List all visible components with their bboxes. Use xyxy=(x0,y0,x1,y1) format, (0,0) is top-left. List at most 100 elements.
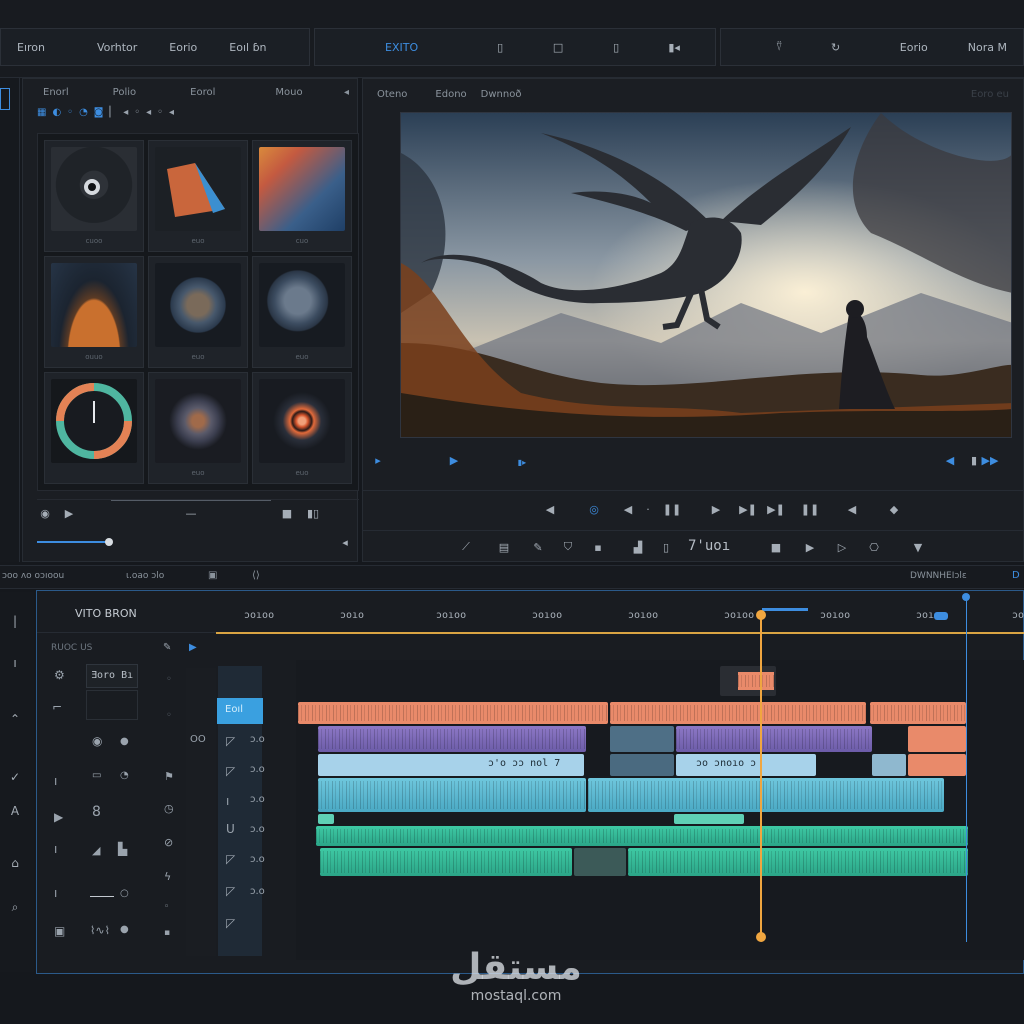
timeline-clip[interactable] xyxy=(872,754,906,776)
media-thumb-8[interactable]: euo xyxy=(148,372,248,484)
mark-icon[interactable]: ▪ xyxy=(164,928,170,938)
work-area-bar[interactable] xyxy=(762,608,808,611)
media-scrub-line[interactable] xyxy=(111,500,271,501)
marker-icon[interactable]: ▯ xyxy=(490,37,510,57)
collapse-icon[interactable]: ◂ xyxy=(337,534,353,550)
snapshot-icon[interactable]: ⎔ xyxy=(866,539,882,555)
video-preview[interactable] xyxy=(400,112,1012,438)
timeline-clip[interactable] xyxy=(676,726,872,752)
rewind-icon[interactable]: ◀ xyxy=(620,501,636,517)
slip-tool-icon[interactable]: ⌃ xyxy=(6,710,24,728)
bullet-icon[interactable]: ◦ xyxy=(164,902,169,912)
step-forward-icon[interactable]: ◀ xyxy=(844,501,860,517)
viewer-tab-2[interactable]: Edono xyxy=(421,89,480,100)
next-icon[interactable]: ▶❚ xyxy=(739,501,757,517)
dot-icon[interactable]: ● xyxy=(120,736,129,747)
track-icon-3[interactable]: ı xyxy=(226,794,229,808)
track-lock-icon[interactable]: ⚙ xyxy=(54,668,65,682)
menu-item-1[interactable]: Eıron xyxy=(1,41,61,54)
camera-icon[interactable]: ▭ xyxy=(92,770,101,781)
media-thumb-5[interactable]: euo xyxy=(148,256,248,368)
play-button[interactable]: ▶ xyxy=(708,501,724,517)
timeline-clip[interactable]: ɔo ɔnoıo ɔ xyxy=(676,754,816,776)
volume-icon[interactable]: ı xyxy=(54,886,57,900)
media-toolbar-icons[interactable]: ▦◐◦◔◙▏◂◦◂◦◂ xyxy=(37,107,237,123)
playhead[interactable] xyxy=(760,612,762,938)
record-icon[interactable]: ● xyxy=(120,924,129,935)
select-tool-icon[interactable]: | xyxy=(6,612,24,630)
waveform-icon[interactable]: ⌇∿⌇ xyxy=(90,924,110,937)
marker-icon[interactable]: ▮▸ xyxy=(514,454,530,470)
next-marker-icon[interactable]: ▶▶ xyxy=(982,452,999,468)
edge-tab[interactable] xyxy=(0,88,10,110)
clip-icon[interactable]: ▯ xyxy=(606,37,626,57)
track-icon-1[interactable]: ◸ xyxy=(226,734,235,748)
pen-icon[interactable]: ✎ xyxy=(530,539,546,555)
pen-icon[interactable]: ✎ xyxy=(163,642,171,653)
timeline-clip[interactable] xyxy=(298,702,608,724)
trash-icon[interactable]: ▣ xyxy=(54,924,65,938)
zoom-slider-handle[interactable] xyxy=(105,538,113,546)
track-icon-2[interactable]: ◸ xyxy=(226,764,235,778)
next-frame-icon[interactable]: ▮◂ xyxy=(664,37,684,57)
timeline-clip[interactable] xyxy=(908,754,966,776)
timeline-expand-icon[interactable]: D xyxy=(1012,570,1020,581)
media-tab-3[interactable]: Eorol xyxy=(150,87,229,98)
timeline-clip[interactable] xyxy=(316,826,968,846)
timeline-menu-mid[interactable]: ɩ.oao ɔlo xyxy=(126,571,164,581)
toggle-icon[interactable]: ◦ xyxy=(166,710,172,721)
hand-tool-icon[interactable]: ⌂ xyxy=(6,854,24,872)
out-point-line[interactable] xyxy=(966,598,967,942)
menu-item-active[interactable]: EXITO xyxy=(369,41,434,54)
stop-icon[interactable]: □ xyxy=(548,37,568,57)
prev-marker-icon[interactable]: ◀ xyxy=(942,452,958,468)
playhead-marker-icon[interactable]: ▶ xyxy=(446,452,462,468)
pause-icon[interactable]: ❚❚ xyxy=(663,501,681,517)
export-icon[interactable]: ▼ xyxy=(910,539,926,555)
stop-icon[interactable]: ❚❚ xyxy=(801,501,819,517)
eye-icon[interactable]: ◉ xyxy=(92,734,102,748)
audio-icon[interactable]: ı xyxy=(54,774,57,788)
menu-item-6[interactable]: Nora M xyxy=(952,41,1023,54)
timeline-clip[interactable] xyxy=(588,778,944,812)
media-thumb-7[interactable] xyxy=(44,372,144,484)
timeline-clip[interactable] xyxy=(610,754,674,776)
timeline-menu-left[interactable]: ɔoo ʌo oɔıoou xyxy=(2,571,64,581)
volume-knob-icon[interactable]: ○ xyxy=(120,888,129,899)
loop-icon[interactable]: ◎ xyxy=(586,501,602,517)
collapse-icon[interactable]: ◂ xyxy=(330,87,357,98)
volume-slider[interactable] xyxy=(90,896,114,897)
zoom-slider[interactable] xyxy=(37,541,109,543)
scrub-handle-icon[interactable]: — xyxy=(183,505,199,521)
pen-tool-icon[interactable]: ✓ xyxy=(6,768,24,786)
solo-icon[interactable]: 8 xyxy=(92,804,101,820)
media-thumb-3[interactable]: cuo xyxy=(252,140,352,252)
timeline-clip[interactable] xyxy=(674,814,744,824)
media-thumb-9[interactable]: euo xyxy=(252,372,352,484)
stop-icon[interactable]: ■ xyxy=(768,539,784,555)
flag-icon[interactable]: ⚑ xyxy=(164,770,174,783)
sequence-name[interactable]: VITO BRON xyxy=(75,607,137,620)
clock-icon[interactable]: ◷ xyxy=(164,802,174,815)
play-icon[interactable]: ▶ xyxy=(61,505,77,521)
timeline-menu-right[interactable]: DWNNHEIɔlɛ xyxy=(910,571,967,581)
text-tool-icon[interactable]: A xyxy=(6,802,24,820)
menu-item-4[interactable]: Eoıl ɓn xyxy=(213,41,282,54)
pause-icon[interactable]: ▮▯ xyxy=(305,505,321,521)
refresh-icon[interactable]: ↻ xyxy=(827,37,843,57)
media-thumb-2[interactable]: euo xyxy=(148,140,248,252)
play-icon[interactable]: ▶ xyxy=(802,539,818,555)
timeline-clip[interactable] xyxy=(318,726,586,752)
mute-icon[interactable]: ⌐ xyxy=(52,700,62,714)
play-icon[interactable]: ▶ xyxy=(189,642,197,653)
ripple-icon[interactable]: ▤ xyxy=(496,539,512,555)
play-track-icon[interactable]: ▶ xyxy=(54,810,63,824)
track-icon-6[interactable]: ◸ xyxy=(226,884,235,898)
track-box[interactable] xyxy=(86,690,138,720)
timeline-clip[interactable] xyxy=(908,726,966,752)
track-icon-5[interactable]: ◸ xyxy=(226,852,235,866)
speaker-icon[interactable]: ◔ xyxy=(120,770,129,781)
shield-icon[interactable]: ⛉ xyxy=(560,539,576,555)
stop-icon[interactable]: ■ xyxy=(279,505,295,521)
fx-icon[interactable]: ϟ xyxy=(164,870,171,883)
